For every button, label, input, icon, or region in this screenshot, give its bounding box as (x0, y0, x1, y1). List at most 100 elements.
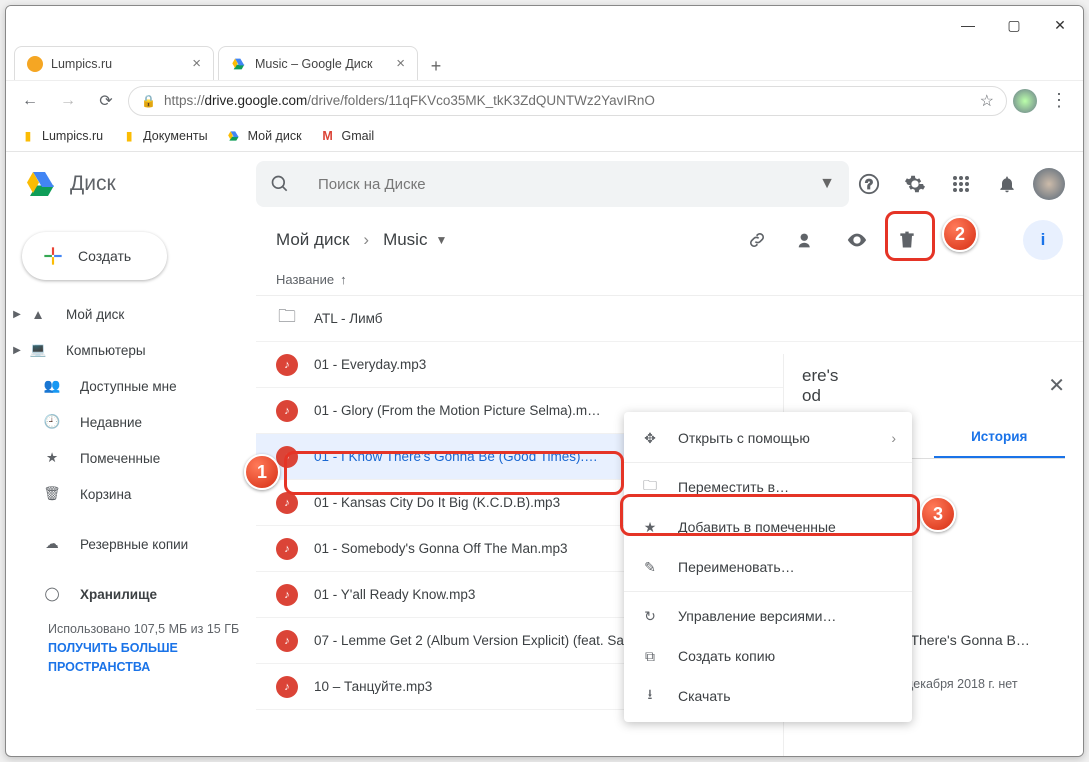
share-button[interactable] (787, 220, 827, 260)
url-path: /drive/folders/11qFKVco35MK_tkK3ZdQUNTWz… (307, 93, 655, 108)
people-icon: 👥 (42, 376, 62, 396)
tabs-row: Lumpics.ru × Music – Google Диск × + (6, 44, 1083, 80)
dropdown-icon[interactable]: ▼ (435, 233, 447, 247)
details-title: ere'sod ✕ (802, 354, 1065, 417)
audio-icon: ♪ (276, 354, 298, 376)
address-bar: ← → ⟳ 🔒 https://drive.google.com/drive/f… (6, 80, 1083, 120)
breadcrumb-root[interactable]: Мой диск (276, 230, 349, 250)
audio-icon: ♪ (276, 630, 298, 652)
browser-menu-icon[interactable]: ⋮ (1043, 90, 1075, 111)
titlebar: — ▢ ✕ (6, 6, 1083, 44)
bookmark-star-icon[interactable]: ☆ (980, 91, 994, 111)
new-tab-button[interactable]: + (422, 52, 450, 80)
create-button[interactable]: Создать (22, 232, 167, 280)
menu-add-star[interactable]: ★Добавить в помеченные (624, 507, 912, 547)
menu-move-to[interactable]: 🗀Переместить в… (624, 467, 912, 507)
open-with-icon: ✥ (640, 430, 660, 447)
audio-icon: ♪ (276, 492, 298, 514)
tab-title: Music – Google Диск (255, 57, 390, 71)
audio-icon: ♪ (276, 676, 298, 698)
profile-avatar[interactable] (1013, 89, 1037, 113)
search-input[interactable]: Поиск на Диске ▼ (256, 161, 849, 207)
folder-icon: ▮ (20, 128, 36, 144)
info-toggle-button[interactable]: i (1023, 220, 1063, 260)
apps-grid-button[interactable] (941, 164, 981, 204)
settings-button[interactable] (895, 164, 935, 204)
bookmark-item[interactable]: MGmail (320, 128, 375, 144)
clock-icon: 🕘 (42, 412, 62, 432)
bookmark-item[interactable]: ▮Lumpics.ru (20, 128, 103, 144)
search-placeholder: Поиск на Диске (318, 176, 819, 193)
columns-header[interactable]: Название↑ (256, 264, 1083, 296)
delete-button[interactable] (887, 220, 927, 260)
tab-close-icon[interactable]: × (396, 55, 405, 72)
annotation-marker-1: 1 (244, 454, 280, 490)
get-link-button[interactable] (737, 220, 777, 260)
sidebar-item-mydrive[interactable]: ▶▲Мой диск (10, 296, 246, 332)
favicon-icon (27, 56, 43, 72)
tab-history[interactable]: История (934, 417, 1066, 458)
folder-move-icon: 🗀 (640, 475, 660, 499)
bookmark-item[interactable]: ▮Документы (121, 128, 207, 144)
reload-button[interactable]: ⟳ (90, 85, 122, 117)
plus-icon (40, 243, 66, 269)
menu-copy[interactable]: ⧉Создать копию (624, 636, 912, 676)
audio-icon: ♪ (276, 538, 298, 560)
cloud-outline-icon: ◯ (42, 584, 62, 604)
star-icon: ★ (640, 519, 660, 536)
chevron-right-icon: ▶ (10, 309, 24, 320)
separator (624, 591, 912, 592)
sidebar-item-shared[interactable]: 👥Доступные мне (10, 368, 246, 404)
back-button[interactable]: ← (14, 85, 46, 117)
sidebar: Создать ▶▲Мой диск ▶💻Компьютеры 👥Доступн… (6, 216, 256, 756)
breadcrumb-current[interactable]: Music (383, 230, 427, 250)
file-row[interactable]: 🗀ATL - Лимб (256, 296, 1083, 342)
download-icon: ⭳ (640, 684, 660, 708)
sidebar-item-storage[interactable]: ◯Хранилище (10, 576, 246, 612)
menu-rename[interactable]: ✎Переименовать… (624, 547, 912, 587)
audio-icon: ♪ (276, 400, 298, 422)
sidebar-item-starred[interactable]: ★Помеченные (10, 440, 246, 476)
search-dropdown-icon[interactable]: ▼ (819, 175, 835, 193)
browser-tab[interactable]: Lumpics.ru × (14, 46, 214, 80)
sidebar-item-backups[interactable]: ☁Резервные копии (10, 526, 246, 562)
menu-download[interactable]: ⭳Скачать (624, 676, 912, 716)
bookmarks-bar: ▮Lumpics.ru ▮Документы Мой диск MGmail (6, 120, 1083, 152)
forward-button[interactable]: → (52, 85, 84, 117)
url-input[interactable]: 🔒 https://drive.google.com/drive/folders… (128, 86, 1007, 116)
window-maximize[interactable]: ▢ (991, 6, 1037, 44)
notifications-button[interactable] (987, 164, 1027, 204)
star-icon: ★ (42, 448, 62, 468)
audio-icon: ♪ (276, 584, 298, 606)
close-panel-icon[interactable]: ✕ (1048, 373, 1065, 398)
audio-icon: ♪ (276, 446, 298, 468)
sidebar-item-recent[interactable]: 🕘Недавние (10, 404, 246, 440)
context-menu: ✥Открыть с помощью› 🗀Переместить в… ★Доб… (624, 412, 912, 722)
tab-close-icon[interactable]: × (192, 55, 201, 72)
storage-info: Использовано 107,5 МБ из 15 ГБ ПОЛУЧИТЬ … (10, 612, 246, 676)
sidebar-item-computers[interactable]: ▶💻Компьютеры (10, 332, 246, 368)
window-minimize[interactable]: — (945, 6, 991, 44)
tab-title: Lumpics.ru (51, 57, 186, 71)
svg-text:?: ? (865, 177, 872, 192)
bookmark-item[interactable]: Мой диск (226, 128, 302, 144)
chevron-right-icon: › (363, 230, 369, 250)
window-close[interactable]: ✕ (1037, 6, 1083, 44)
app-topbar: Диск Поиск на Диске ▼ ? (6, 152, 1083, 216)
storage-used: Использовано 107,5 МБ из 15 ГБ (48, 620, 246, 639)
drive-logo[interactable]: Диск (24, 166, 256, 202)
rename-icon: ✎ (640, 559, 660, 576)
lock-icon: 🔒 (141, 94, 156, 108)
account-avatar[interactable] (1033, 168, 1065, 200)
sidebar-item-trash[interactable]: 🗑Корзина (10, 476, 246, 512)
url-host: drive.google.com (204, 93, 307, 108)
storage-upgrade-link[interactable]: ПОЛУЧИТЬ БОЛЬШЕ ПРОСТРАНСТВА (48, 639, 246, 677)
chevron-right-icon: › (891, 430, 896, 446)
help-button[interactable]: ? (849, 164, 889, 204)
cloud-icon: ☁ (42, 534, 62, 554)
browser-tab-active[interactable]: Music – Google Диск × (218, 46, 418, 80)
menu-open-with[interactable]: ✥Открыть с помощью› (624, 418, 912, 458)
preview-button[interactable] (837, 220, 877, 260)
menu-versions[interactable]: ↻Управление версиями… (624, 596, 912, 636)
create-label: Создать (78, 248, 131, 264)
